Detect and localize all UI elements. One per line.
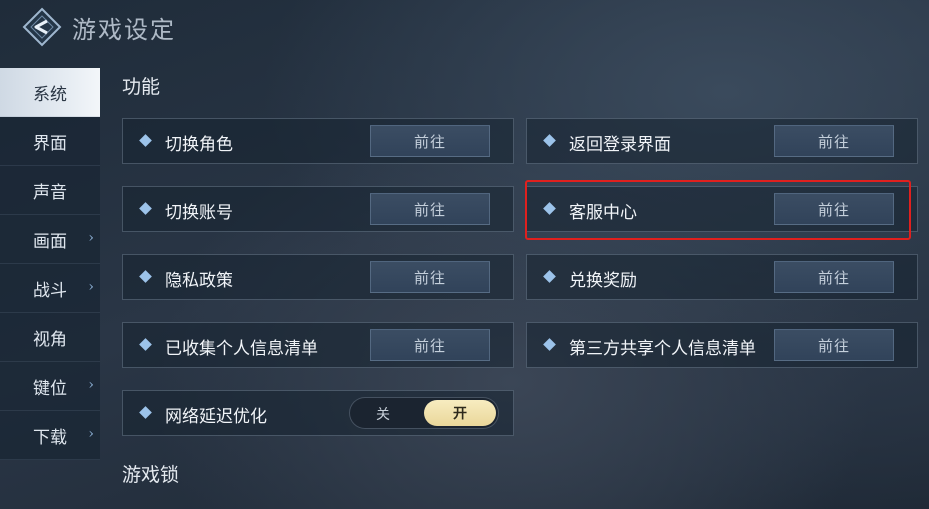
setting-row-switch-account: 切换账号 前往 <box>122 186 514 232</box>
page-title: 游戏设定 <box>72 16 176 44</box>
switch-role-go-button[interactable]: 前往 <box>370 125 490 157</box>
chevron-right-icon: › <box>88 230 94 246</box>
collected-info-go-button[interactable]: 前往 <box>370 329 490 361</box>
setting-row-switch-role: 切换角色 前往 <box>122 118 514 164</box>
sidebar-item-combat[interactable]: 战斗 › <box>0 264 100 313</box>
back-to-login-go-button[interactable]: 前往 <box>774 125 894 157</box>
sidebar-item-label: 键位 <box>33 378 67 399</box>
setting-row-network-optimize: 网络延迟优化 关 开 <box>122 390 514 436</box>
back-arrow-icon <box>22 7 62 47</box>
sidebar-item-label: 视角 <box>33 329 67 350</box>
setting-label: 第三方共享个人信息清单 <box>569 339 756 359</box>
setting-label: 隐私政策 <box>165 271 233 291</box>
setting-label: 返回登录界面 <box>569 135 671 155</box>
chevron-right-icon: › <box>88 377 94 393</box>
sidebar-item-camera[interactable]: 视角 <box>0 313 100 362</box>
setting-row-back-to-login: 返回登录界面 前往 <box>526 118 918 164</box>
sidebar-item-label: 系统 <box>33 84 67 105</box>
redeem-reward-go-button[interactable]: 前往 <box>774 261 894 293</box>
network-optimize-toggle[interactable]: 关 开 <box>349 397 499 429</box>
sidebar-item-label: 界面 <box>33 133 67 154</box>
setting-label: 网络延迟优化 <box>165 407 267 427</box>
third-party-info-go-button[interactable]: 前往 <box>774 329 894 361</box>
setting-row-collected-info: 已收集个人信息清单 前往 <box>122 322 514 368</box>
diamond-bullet-icon <box>139 338 152 351</box>
sidebar-item-interface[interactable]: 界面 <box>0 117 100 166</box>
diamond-bullet-icon <box>139 270 152 283</box>
section-title-function: 功能 <box>122 76 161 98</box>
sidebar-item-system[interactable]: 系统 <box>0 68 100 117</box>
sidebar: 系统 界面 声音 画面 › 战斗 › 视角 键位 › 下载 › <box>0 68 100 460</box>
setting-row-redeem-reward: 兑换奖励 前往 <box>526 254 918 300</box>
diamond-bullet-icon <box>543 270 556 283</box>
toggle-off-option[interactable]: 关 <box>376 404 390 424</box>
toggle-on-option[interactable]: 开 <box>424 400 496 426</box>
chevron-right-icon: › <box>88 426 94 442</box>
diamond-bullet-icon <box>139 202 152 215</box>
header-bar: 游戏设定 <box>0 0 929 52</box>
setting-row-privacy-policy: 隐私政策 前往 <box>122 254 514 300</box>
sidebar-item-label: 画面 <box>33 231 67 252</box>
setting-label: 切换角色 <box>165 135 233 155</box>
sidebar-item-label: 声音 <box>33 182 67 203</box>
diamond-bullet-icon <box>139 134 152 147</box>
setting-label: 切换账号 <box>165 203 233 223</box>
setting-label: 兑换奖励 <box>569 271 637 291</box>
section-title-game-lock: 游戏锁 <box>122 464 180 486</box>
switch-account-go-button[interactable]: 前往 <box>370 193 490 225</box>
chevron-right-icon: › <box>88 279 94 295</box>
sidebar-item-graphics[interactable]: 画面 › <box>0 215 100 264</box>
diamond-bullet-icon <box>139 406 152 419</box>
setting-row-third-party-info: 第三方共享个人信息清单 前往 <box>526 322 918 368</box>
sidebar-item-sound[interactable]: 声音 <box>0 166 100 215</box>
sidebar-item-keybinds[interactable]: 键位 › <box>0 362 100 411</box>
sidebar-item-label: 战斗 <box>33 280 67 301</box>
diamond-bullet-icon <box>543 338 556 351</box>
privacy-policy-go-button[interactable]: 前往 <box>370 261 490 293</box>
highlight-box <box>525 180 911 240</box>
diamond-bullet-icon <box>543 134 556 147</box>
back-button[interactable] <box>22 7 62 47</box>
sidebar-item-download[interactable]: 下载 › <box>0 411 100 460</box>
setting-label: 已收集个人信息清单 <box>165 339 318 359</box>
sidebar-item-label: 下载 <box>33 427 67 448</box>
